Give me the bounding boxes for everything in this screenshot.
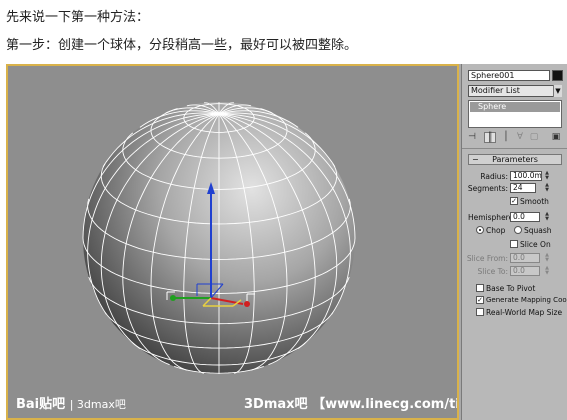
slice-from-label: Slice From: <box>466 254 508 263</box>
real-world-map-label: Real-World Map Size <box>486 308 563 317</box>
make-unique-icon[interactable]: │ <box>500 132 512 143</box>
smooth-label: Smooth <box>520 197 549 206</box>
command-panel: Sphere001 Modifier List ▼ Sphere ⊣ ║ │ ∀… <box>461 64 567 420</box>
chevron-down-icon[interactable]: ▼ <box>553 85 562 97</box>
hemisphere-label: Hemisphere: <box>468 213 516 222</box>
squash-radio[interactable] <box>514 226 522 234</box>
object-name-field[interactable]: Sphere001 <box>468 70 550 81</box>
object-color-swatch[interactable] <box>552 70 563 81</box>
hemisphere-input[interactable]: 0.0 <box>510 212 540 222</box>
sphere-wireframe <box>82 102 356 374</box>
watermark-brand: Bai <box>16 397 40 412</box>
parameters-rollout-header[interactable]: − Parameters <box>468 154 562 165</box>
gizmo-y-handle <box>170 295 176 301</box>
radius-input[interactable]: 100.0mm <box>510 171 542 181</box>
pin-stack-icon[interactable]: ⊣ <box>466 132 478 143</box>
squash-label: Squash <box>524 226 552 235</box>
base-to-pivot-checkbox[interactable] <box>476 284 484 292</box>
smooth-checkbox[interactable]: ✓ <box>510 197 518 205</box>
radius-label: Radius: <box>480 172 508 181</box>
max-screenshot: Bai贴吧 | 3dmax吧 3Dmax吧 【www.linecg.com/ti… <box>6 64 567 420</box>
base-to-pivot-label: Base To Pivot <box>486 284 536 293</box>
configure-icon[interactable]: ▢ <box>528 132 540 143</box>
slice-from-spinner-icon[interactable]: ▲ ▼ <box>544 253 550 263</box>
segments-label: Segments: <box>467 184 508 193</box>
baidu-watermark: Bai贴吧 | 3dmax吧 <box>16 393 126 412</box>
watermark-brand-2: 贴吧 <box>39 397 66 412</box>
site-watermark: 3Dmax吧 【www.linecg.com/tieba/1771】 <box>244 397 459 412</box>
intro-line-2: 第一步：创建一个球体，分段稍高一些，最好可以被四整除。 <box>6 38 358 53</box>
slice-from-input[interactable]: 0.0 <box>510 253 540 263</box>
stack-toolbar: ⊣ ║ │ ∀ ▢ ▣ <box>466 132 564 144</box>
segments-input[interactable]: 24 <box>510 183 536 193</box>
segments-spinner-icon[interactable]: ▲ ▼ <box>544 183 550 193</box>
modifier-stack[interactable]: Sphere <box>468 100 562 128</box>
show-end-result-icon[interactable]: ║ <box>484 132 496 143</box>
slice-on-checkbox[interactable] <box>510 240 518 248</box>
gizmo-x-handle <box>244 301 250 307</box>
perspective-viewport[interactable]: Bai贴吧 | 3dmax吧 3Dmax吧 【www.linecg.com/ti… <box>6 64 459 420</box>
slice-to-spinner-icon[interactable]: ▲ ▼ <box>544 266 550 276</box>
slice-to-label: Slice To: <box>477 267 508 276</box>
chop-label: Chop <box>486 226 506 235</box>
real-world-map-checkbox[interactable] <box>476 308 484 316</box>
intro-line-1: 先来说一下第一种方法： <box>6 10 150 25</box>
collapse-icon: − <box>472 155 479 164</box>
modifier-list-label: Modifier List <box>471 86 520 95</box>
chop-radio[interactable] <box>476 226 484 234</box>
divider <box>462 148 567 149</box>
radius-spinner-icon[interactable]: ▲ ▼ <box>544 171 550 181</box>
hemisphere-spinner-icon[interactable]: ▲ ▼ <box>544 212 550 222</box>
watermark-sub: | 3dmax吧 <box>69 398 126 411</box>
remove-modifier-icon[interactable]: ∀ <box>514 132 526 143</box>
slice-to-input[interactable]: 0.0 <box>510 266 540 276</box>
configure-sets-icon[interactable]: ▣ <box>550 132 562 143</box>
generate-mapping-label: Generate Mapping Coords. <box>486 296 567 304</box>
stack-item-sphere[interactable]: Sphere <box>470 102 560 112</box>
modifier-list-dropdown[interactable]: Modifier List <box>468 85 562 97</box>
rollout-title: Parameters <box>492 155 538 164</box>
slice-on-label: Slice On <box>520 240 551 249</box>
generate-mapping-checkbox[interactable]: ✓ <box>476 296 484 304</box>
